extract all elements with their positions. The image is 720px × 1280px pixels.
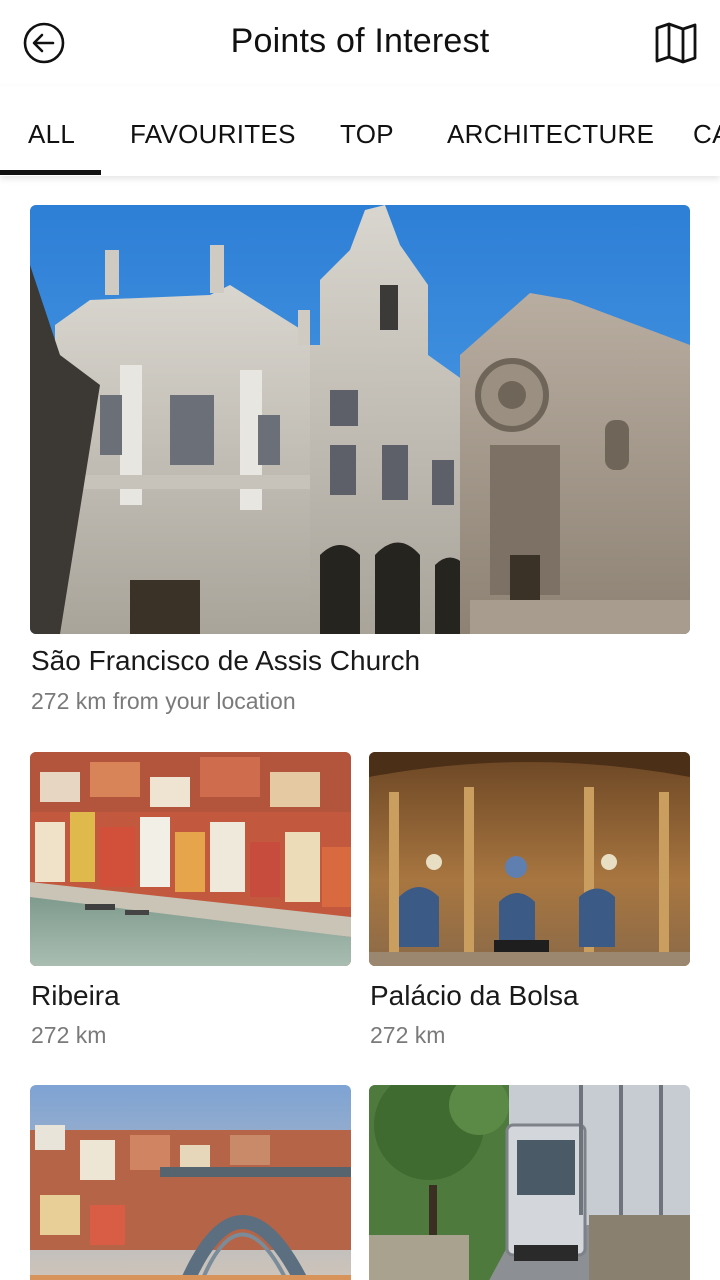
tab-partial[interactable]: CA [693,86,720,176]
place-card-sao-francisco[interactable]: São Francisco de Assis Church 272 km fro… [30,205,690,725]
active-tab-indicator [0,170,101,175]
category-tabs: ALL FAVOURITES TOP ARCHITECTURE CA [0,86,720,176]
place-image [30,205,690,634]
place-distance: 272 km from your location [31,688,296,714]
map-button[interactable] [652,19,700,67]
place-image [30,1085,351,1280]
places-list: São Francisco de Assis Church 272 km fro… [0,176,720,1280]
place-distance: 272 km [370,1022,446,1048]
tab-top[interactable]: TOP [340,86,394,176]
place-image [369,752,690,966]
app-bar: Points of Interest [0,0,720,86]
place-name: Palácio da Bolsa [370,980,579,1011]
place-card-bridge[interactable] [30,1085,351,1280]
tab-all[interactable]: ALL [28,86,75,176]
place-card-ribeira[interactable]: Ribeira 272 km [30,752,351,1052]
tab-favourites[interactable]: FAVOURITES [130,86,296,176]
place-name: Ribeira [31,980,120,1011]
place-card-palacio-da-bolsa[interactable]: Palácio da Bolsa 272 km [369,752,690,1052]
tab-architecture[interactable]: ARCHITECTURE [447,86,654,176]
place-image [30,752,351,966]
place-name: São Francisco de Assis Church [31,645,421,676]
place-distance: 272 km [31,1022,107,1048]
place-image [369,1085,690,1280]
place-card-funicular[interactable] [369,1085,690,1280]
page-title: Points of Interest [230,22,490,60]
map-icon [655,22,697,64]
